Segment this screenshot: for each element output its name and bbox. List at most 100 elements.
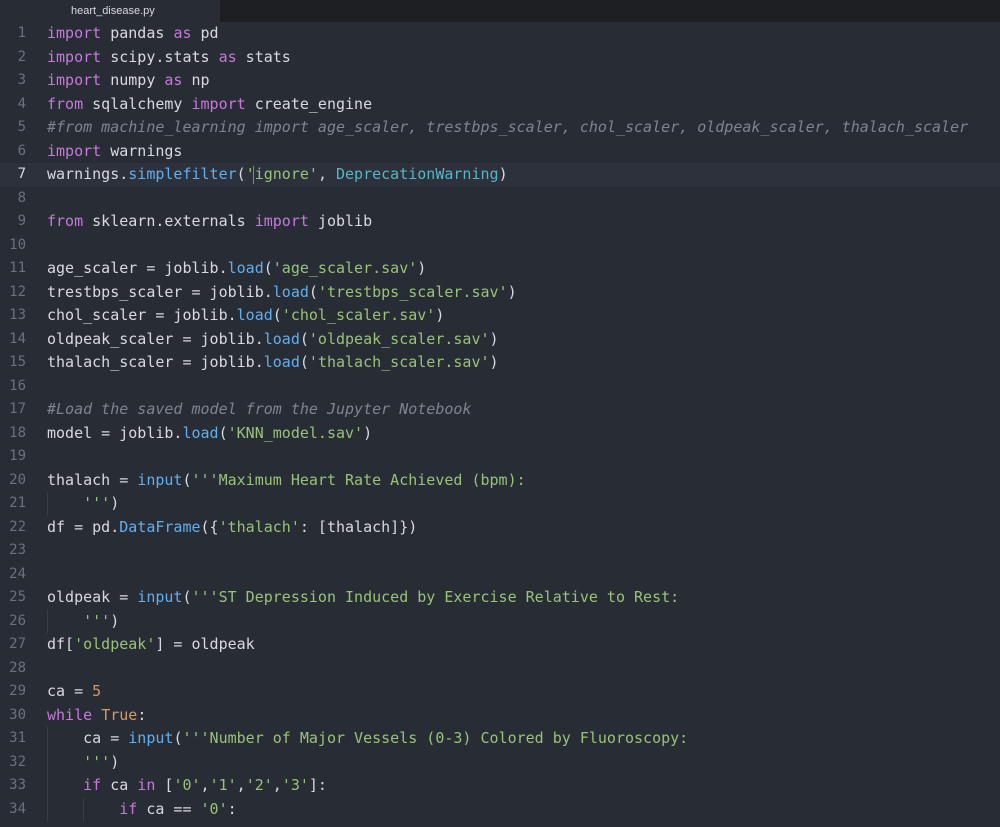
code-token: DataFrame bbox=[119, 517, 201, 536]
line-number: 16 bbox=[9, 377, 26, 394]
code-token: #Load the saved model from the Jupyter N… bbox=[47, 400, 472, 418]
line-number: 7 bbox=[17, 166, 26, 182]
code-token: ( bbox=[218, 423, 228, 442]
code-line[interactable]: 4 from sqlalchemy import create_engine bbox=[0, 93, 1000, 117]
code-text: if ca in ['0','1','2','3']: bbox=[47, 774, 327, 798]
code-line[interactable]: 7 warnings.simplefilter('ignore', Depreca… bbox=[0, 163, 1000, 187]
code-token: ( bbox=[182, 588, 192, 606]
code-line[interactable]: 11 age_scaler = joblib.load('age_scaler.s… bbox=[0, 257, 1000, 281]
code-line[interactable]: 27 df['oldpeak'] = oldpeak bbox=[0, 633, 1000, 657]
code-text: warnings.simplefilter('ignore', Deprecat… bbox=[47, 163, 508, 187]
line-number: 18 bbox=[9, 424, 26, 441]
code-token: '3' bbox=[281, 776, 309, 794]
code-token: import bbox=[47, 24, 102, 42]
line-number: 22 bbox=[9, 518, 26, 535]
code-text: oldpeak_scaler = joblib.load('oldpeak_sc… bbox=[47, 328, 499, 352]
code-line[interactable]: 14 oldpeak_scaler = joblib.load('oldpeak_… bbox=[0, 328, 1000, 352]
code-line[interactable]: 5 #from machine_learning import age_scale… bbox=[0, 116, 1000, 140]
code-line[interactable]: 28 bbox=[0, 657, 1000, 681]
tab-heart-disease[interactable]: heart_disease.py bbox=[0, 0, 220, 22]
code-line[interactable]: 25 oldpeak = input('''ST Depression Induc… bbox=[0, 586, 1000, 610]
code-line[interactable]: 3 import numpy as np bbox=[0, 69, 1000, 93]
code-token: ) bbox=[417, 259, 427, 277]
code-line[interactable]: 30 while True: bbox=[0, 704, 1000, 728]
code-token: ''' bbox=[47, 611, 111, 630]
code-token: trestbps_scaler = joblib. bbox=[47, 282, 273, 301]
code-text: thalach = input('''Maximum Heart Rate Ac… bbox=[47, 469, 526, 493]
code-token: thalach = bbox=[47, 470, 138, 489]
code-text: ''') bbox=[47, 751, 119, 775]
code-token: ) bbox=[110, 611, 120, 630]
code-line[interactable]: 19 bbox=[0, 445, 1000, 469]
code-line[interactable]: 18 model = joblib.load('KNN_model.sav') bbox=[0, 422, 1000, 446]
code-line[interactable]: 24 bbox=[0, 563, 1000, 587]
code-token: : [thalach]}) bbox=[299, 517, 418, 536]
code-token: as bbox=[164, 71, 183, 89]
code-text: #from machine_learning import age_scaler… bbox=[47, 116, 968, 140]
code-line[interactable]: 16 bbox=[0, 375, 1000, 399]
line-number: 17 bbox=[9, 401, 26, 417]
code-text: import numpy as np bbox=[47, 69, 210, 93]
code-text: from sqlalchemy import create_engine bbox=[47, 93, 372, 117]
code-line[interactable]: 32 ''') bbox=[0, 751, 1000, 775]
line-number: 11 bbox=[9, 260, 26, 276]
line-number: 28 bbox=[9, 659, 26, 676]
code-line[interactable]: 6 import warnings bbox=[0, 140, 1000, 164]
code-line[interactable]: 1 import pandas as pd bbox=[0, 22, 1000, 46]
code-line[interactable]: 17 #Load the saved model from the Jupyter… bbox=[0, 398, 1000, 422]
code-line[interactable]: 10 bbox=[0, 234, 1000, 258]
code-token: ( bbox=[182, 470, 192, 489]
code-token: #from machine_learning import age_scaler… bbox=[47, 118, 969, 136]
code-token: load bbox=[227, 259, 264, 277]
code-token: 'age_scaler.sav' bbox=[272, 259, 418, 277]
code-token: DeprecationWarning bbox=[336, 165, 499, 183]
code-token: ) bbox=[110, 494, 120, 512]
code-token: import bbox=[47, 141, 102, 160]
code-line[interactable]: 20 thalach = input('''Maximum Heart Rate … bbox=[0, 469, 1000, 493]
code-line[interactable]: 22 df = pd.DataFrame({'thalach': [thalach… bbox=[0, 516, 1000, 540]
code-text: oldpeak = input('''ST Depression Induced… bbox=[47, 586, 679, 610]
code-token: 'oldpeak_scaler.sav' bbox=[308, 329, 490, 348]
code-line[interactable]: 34 if ca == '0': bbox=[0, 798, 1000, 822]
code-line[interactable]: 29 ca = 5 bbox=[0, 680, 1000, 704]
code-text: model = joblib.load('KNN_model.sav') bbox=[47, 422, 372, 446]
code-token: ( bbox=[263, 259, 273, 277]
line-number: 6 bbox=[17, 142, 26, 159]
code-editor[interactable]: 1 import pandas as pd 2 import scipy.stats … bbox=[0, 22, 1000, 827]
code-token: load bbox=[182, 423, 219, 442]
code-line[interactable]: 2 import scipy.stats as stats bbox=[0, 46, 1000, 70]
code-line[interactable]: 31 ca = input('''Number of Major Vessels… bbox=[0, 727, 1000, 751]
line-number: 24 bbox=[9, 565, 26, 582]
code-text: df = pd.DataFrame({'thalach': [thalach]}… bbox=[47, 516, 417, 540]
code-token: ) bbox=[363, 423, 373, 442]
code-line[interactable]: 23 bbox=[0, 539, 1000, 563]
code-token: '''Maximum Heart Rate Achieved (bpm): bbox=[191, 470, 526, 489]
code-line[interactable]: 13 chol_scaler = joblib.load('chol_scaler… bbox=[0, 304, 1000, 328]
code-text: ''') bbox=[47, 492, 119, 516]
code-token: ) bbox=[110, 752, 120, 771]
code-token: 'thalach_scaler.sav' bbox=[308, 353, 490, 371]
code-line[interactable]: 12 trestbps_scaler = joblib.load('trestbp… bbox=[0, 281, 1000, 305]
code-token: input bbox=[137, 470, 183, 489]
line-number: 8 bbox=[17, 189, 26, 206]
line-number: 21 bbox=[9, 495, 26, 511]
code-token: age_scaler = joblib. bbox=[47, 259, 228, 277]
tab-bar: heart_disease.py bbox=[0, 0, 1000, 22]
code-line[interactable]: 26 ''') bbox=[0, 610, 1000, 634]
code-token: load bbox=[263, 353, 300, 371]
line-number: 4 bbox=[17, 95, 26, 112]
code-line[interactable]: 33 if ca in ['0','1','2','3']: bbox=[0, 774, 1000, 798]
line-number: 30 bbox=[9, 706, 26, 723]
code-token: 'KNN_model.sav' bbox=[227, 423, 364, 442]
code-token: df = pd. bbox=[47, 517, 120, 536]
code-line[interactable]: 8 bbox=[0, 187, 1000, 211]
code-token: '0' bbox=[173, 776, 201, 794]
code-text: from sklearn.externals import joblib bbox=[47, 210, 372, 234]
line-number: 1 bbox=[17, 25, 26, 41]
code-token: , bbox=[272, 776, 282, 794]
code-line[interactable]: 9 from sklearn.externals import joblib bbox=[0, 210, 1000, 234]
line-number: 12 bbox=[9, 283, 26, 300]
code-line[interactable]: 15 thalach_scaler = joblib.load('thalach_… bbox=[0, 351, 1000, 375]
code-line[interactable]: 21 ''') bbox=[0, 492, 1000, 516]
line-number: 32 bbox=[9, 753, 26, 770]
